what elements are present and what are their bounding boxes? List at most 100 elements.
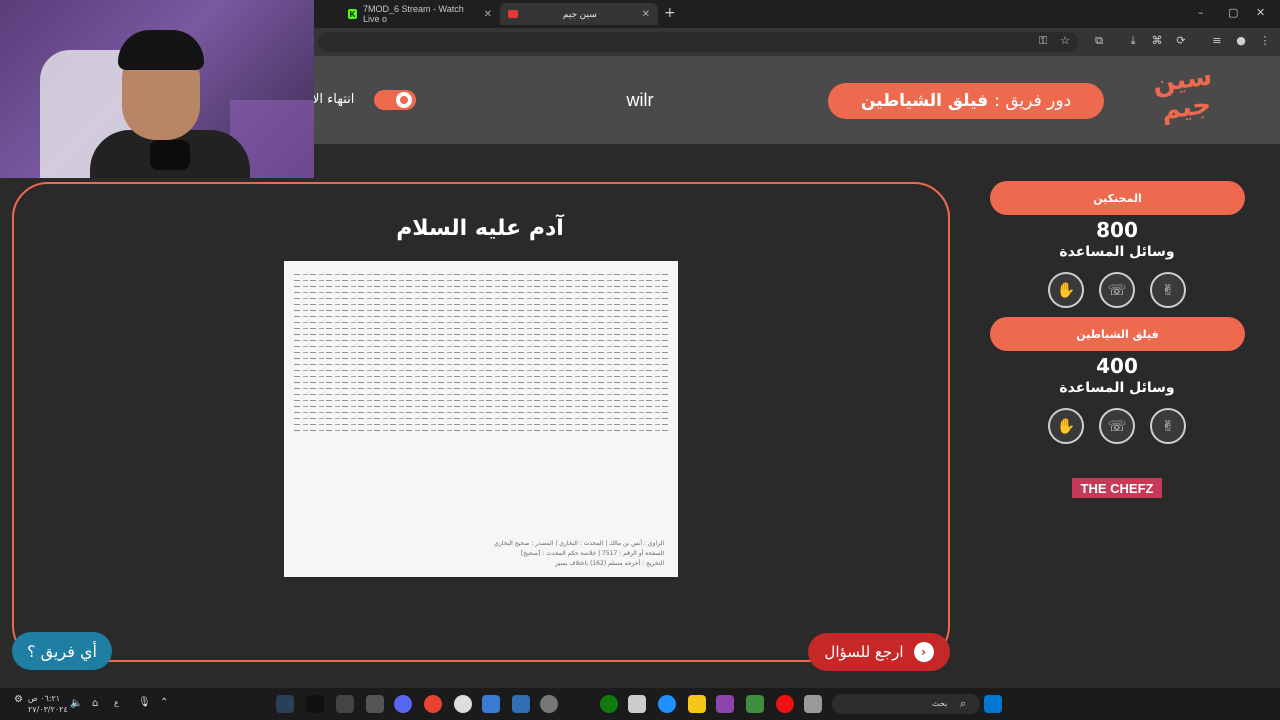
doc-text-line — [294, 328, 668, 329]
doc-footer: الراوي : أنس بن مالك | المحدث : البخاري … — [404, 539, 664, 569]
webcam-hair — [118, 30, 204, 70]
star-icon[interactable]: ☆ — [1058, 34, 1072, 48]
chevron-up-icon[interactable]: ⌃ — [160, 697, 168, 708]
doc-text-line — [294, 394, 668, 395]
team-name-2: فيلق الشياطين — [990, 317, 1245, 351]
steam-app-icon[interactable] — [276, 695, 294, 713]
doc-text-line — [294, 340, 668, 341]
arrow-icon: ‹ — [913, 642, 934, 662]
address-bar[interactable] — [318, 32, 1078, 52]
taskbar-search[interactable]: بحث ⌕ — [832, 694, 980, 714]
doc-text-line — [294, 352, 668, 353]
team-name-1: المحنكين — [990, 181, 1245, 215]
language-indicator[interactable]: ع — [114, 698, 119, 707]
discord-app-icon[interactable] — [394, 695, 412, 713]
search-icon: ⌕ — [960, 697, 967, 710]
menu-icon[interactable]: ⋮ — [1258, 34, 1272, 48]
player-name: wilr — [626, 90, 654, 110]
doc-text-line — [294, 370, 668, 371]
sync-icon[interactable]: ⟳ — [1174, 34, 1188, 48]
team-score-2: 400 — [1096, 354, 1138, 378]
app-icon[interactable] — [746, 695, 764, 713]
phone-icon[interactable]: ☏ — [1099, 272, 1135, 308]
which-team-button[interactable]: أي فريق ؟ — [12, 632, 112, 670]
doc-text-line — [294, 316, 668, 317]
playlist-icon[interactable]: ≡ — [1210, 34, 1224, 48]
hand-stop-icon[interactable]: ✋ — [1048, 408, 1084, 444]
doc-text-line — [294, 430, 668, 431]
key-icon[interactable]: ⚿ — [1036, 34, 1050, 48]
maximize-button[interactable]: ▢ — [1228, 6, 1238, 19]
phone-icon[interactable]: ☏ — [1099, 408, 1135, 444]
webcam-microphone — [150, 140, 190, 170]
doc-footer-line: التخريج : أخرجه مسلم (162) باختلاف يسير — [555, 560, 664, 567]
end-game-toggle[interactable] — [374, 90, 416, 110]
download-icon[interactable]: ⤓ — [1126, 34, 1140, 48]
doc-text-line — [294, 382, 668, 383]
file-explorer-icon[interactable] — [688, 695, 706, 713]
store-app-icon[interactable] — [628, 695, 646, 713]
turn-indicator: دور فريق : فيلق الشياطين — [828, 83, 1104, 119]
extensions-icon[interactable]: ⧉ — [1092, 34, 1106, 48]
new-tab-button[interactable]: + — [664, 5, 676, 21]
doc-text-line — [294, 400, 668, 401]
clock-time: ٠٦:٢١ ص — [28, 694, 61, 703]
doc-text-line — [294, 334, 668, 335]
doc-text-line — [294, 298, 668, 299]
app-icon[interactable] — [454, 695, 472, 713]
tab-game[interactable]: سين جيم ✕ — [500, 3, 658, 25]
minimize-button[interactable]: – — [1198, 6, 1204, 19]
app-icon[interactable] — [336, 695, 354, 713]
doc-footer-line: الراوي : أنس بن مالك | المحدث : البخاري … — [494, 540, 664, 547]
doc-text-line — [294, 418, 668, 419]
doc-text-line — [294, 274, 668, 275]
doc-text-line — [294, 280, 668, 281]
clock-date: ٢٧/٠٣/٢٠٢٤ — [28, 705, 68, 714]
search-placeholder: بحث — [932, 699, 948, 708]
sponsor-logo: THE CHEFZ — [1072, 478, 1162, 498]
network-icon[interactable]: ⌂ — [92, 698, 98, 709]
opera-app-icon[interactable] — [776, 695, 794, 713]
peace-hand-icon[interactable]: ✌ — [1150, 408, 1186, 444]
doc-text-line — [294, 304, 668, 305]
translate-icon[interactable]: ⌘ — [1150, 34, 1164, 48]
close-window-button[interactable]: ✕ — [1256, 6, 1265, 19]
mail-app-icon[interactable] — [512, 695, 530, 713]
tab-stream[interactable]: K 7MOD_6 Stream - Watch Live o ✕ — [340, 3, 500, 25]
windows-start-icon[interactable] — [984, 695, 1002, 713]
settings-gear-icon[interactable]: ⚙ — [14, 694, 23, 705]
webcam-overlay — [0, 0, 314, 178]
app-icon[interactable] — [482, 695, 500, 713]
app-icon[interactable] — [804, 695, 822, 713]
app-icon[interactable] — [366, 695, 384, 713]
doc-text-line — [294, 358, 668, 359]
doc-text-line — [294, 364, 668, 365]
aids-label-2: وسائل المساعدة — [1059, 380, 1175, 396]
settings-app-icon[interactable] — [540, 695, 558, 713]
doc-text-line — [294, 406, 668, 407]
microphone-icon[interactable]: 🎙 — [138, 697, 151, 708]
doc-text-line — [294, 292, 668, 293]
back-to-question-button[interactable]: ‹ ارجع للسؤال — [808, 633, 950, 671]
tab-label: 7MOD_6 Stream - Watch Live o — [363, 4, 464, 24]
tiktok-app-icon[interactable] — [306, 695, 324, 713]
doc-text-line — [294, 376, 668, 377]
tab-close-icon[interactable]: ✕ — [642, 9, 650, 20]
xbox-app-icon[interactable] — [600, 695, 618, 713]
end-game-label: انتهاء الا — [312, 92, 355, 107]
edge-app-icon[interactable] — [658, 695, 676, 713]
answer-document-image: الراوي : أنس بن مالك | المحدث : البخاري … — [284, 261, 678, 577]
doc-text-line — [294, 346, 668, 347]
tab-close-icon[interactable]: ✕ — [484, 9, 492, 20]
team-score-1: 800 — [1096, 218, 1138, 242]
game-logo: سين جيم — [1150, 61, 1214, 127]
aids-label-1: وسائل المساعدة — [1059, 244, 1175, 260]
game-favicon-icon — [508, 10, 518, 18]
volume-icon[interactable]: 🔈 — [70, 698, 82, 709]
turn-team: فيلق الشياطين — [860, 91, 989, 111]
hand-stop-icon[interactable]: ✋ — [1048, 272, 1084, 308]
app-icon[interactable] — [716, 695, 734, 713]
peace-hand-icon[interactable]: ✌ — [1150, 272, 1186, 308]
profile-icon[interactable]: ● — [1234, 34, 1248, 48]
chrome-app-icon[interactable] — [424, 695, 442, 713]
